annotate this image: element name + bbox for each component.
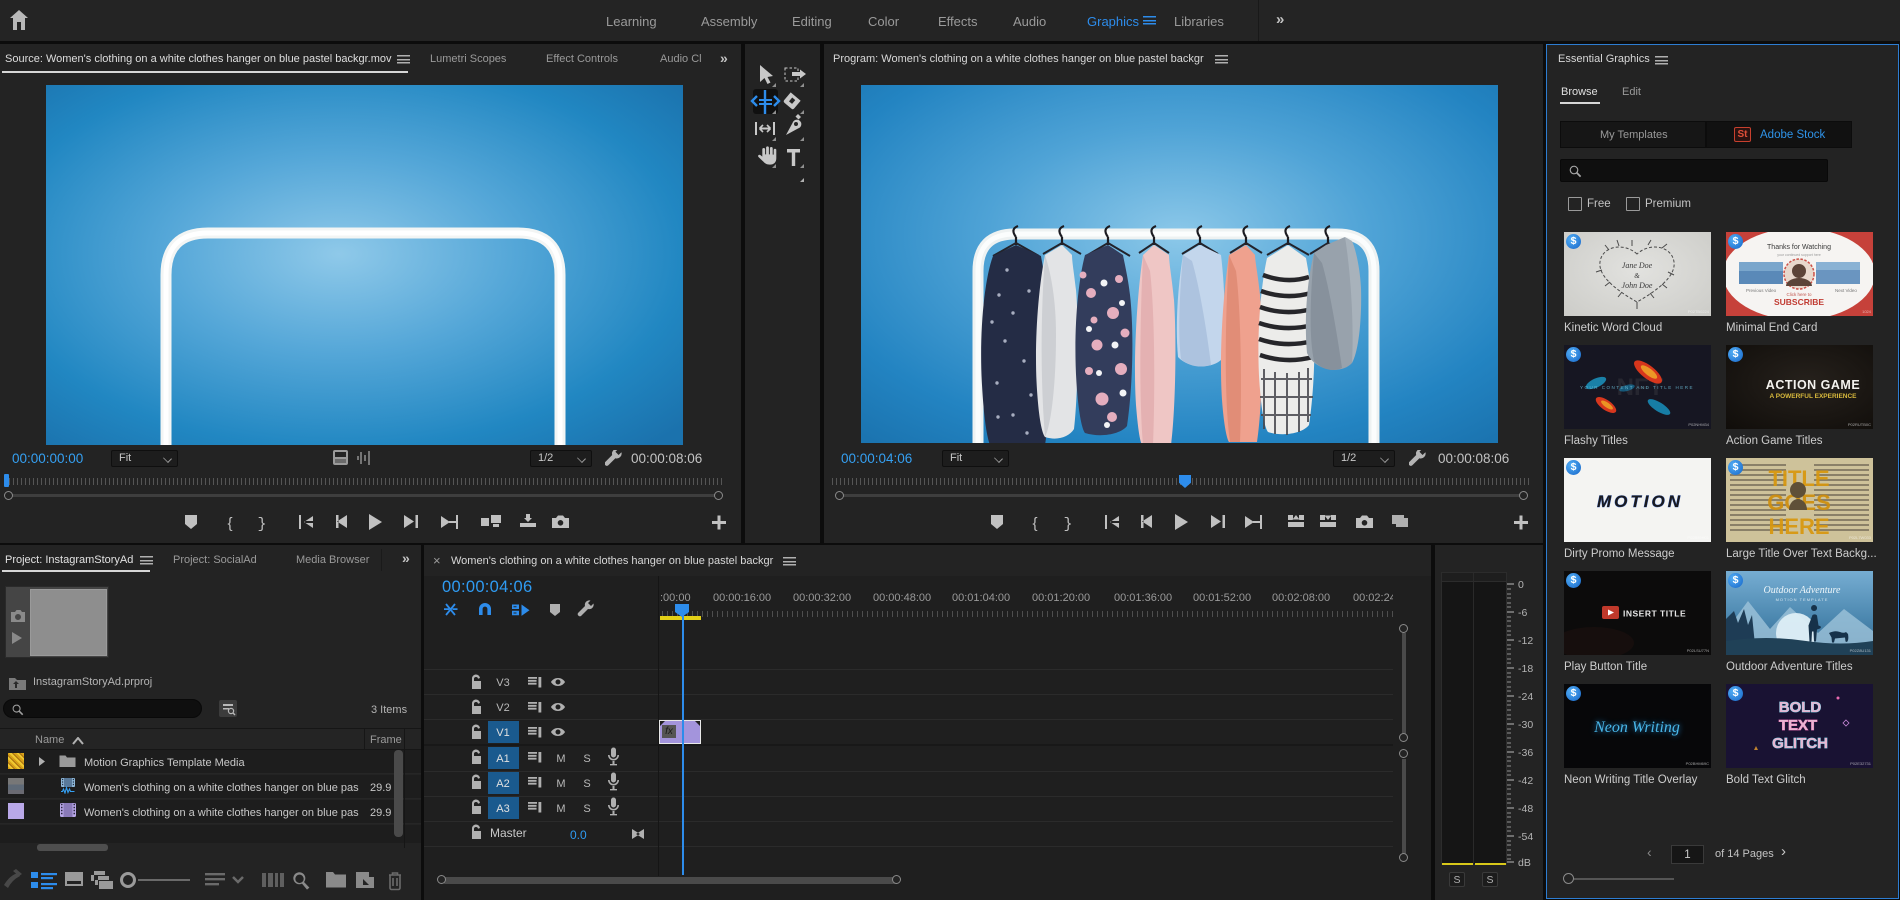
svg-text:John Doe: John Doe xyxy=(1622,281,1653,290)
svg-text:-12: -12 xyxy=(1518,635,1533,647)
svg-text:INSERT TITLE: INSERT TITLE xyxy=(1623,609,1686,619)
svg-text:-42: -42 xyxy=(1518,775,1533,787)
svg-text:S: S xyxy=(583,778,590,790)
svg-text:HERE: HERE xyxy=(1768,514,1829,539)
svg-text:{: { xyxy=(1032,515,1037,532)
svg-text:BOLD: BOLD xyxy=(1779,699,1822,716)
svg-text:M: M xyxy=(556,778,565,790)
svg-text:M: M xyxy=(556,753,565,765)
svg-text:dB: dB xyxy=(1518,857,1531,869)
svg-text:V1: V1 xyxy=(496,727,509,739)
svg-text:}: } xyxy=(257,516,266,533)
svg-text:Neon Writing: Neon Writing xyxy=(1593,719,1680,736)
svg-text:0.0: 0.0 xyxy=(570,828,587,842)
svg-text:A3: A3 xyxy=(496,803,509,815)
svg-text:ACTION GAME: ACTION GAME xyxy=(1766,378,1860,392)
svg-text:&: & xyxy=(1634,272,1640,280)
svg-text:-30: -30 xyxy=(1518,719,1533,731)
svg-text:S: S xyxy=(583,803,590,815)
svg-text:A2: A2 xyxy=(496,778,509,790)
svg-text:TEXT: TEXT xyxy=(1779,717,1817,734)
svg-text:A1: A1 xyxy=(496,753,509,765)
svg-text:{: { xyxy=(227,515,232,532)
svg-text:-36: -36 xyxy=(1518,747,1533,759)
svg-text:Thanks for Watching: Thanks for Watching xyxy=(1767,244,1831,251)
svg-text:S: S xyxy=(583,753,590,765)
svg-text:V3: V3 xyxy=(496,677,509,689)
svg-text:MOTION: MOTION xyxy=(1597,492,1683,511)
svg-text:Previous Video: Previous Video xyxy=(1746,288,1777,293)
svg-text:MOTION TEMPLATE: MOTION TEMPLATE xyxy=(1776,597,1829,602)
svg-text:Master: Master xyxy=(490,826,527,840)
svg-text:your continued support here: your continued support here xyxy=(1777,253,1821,257)
svg-text:M: M xyxy=(556,803,565,815)
svg-text:-48: -48 xyxy=(1518,803,1533,815)
svg-text:-18: -18 xyxy=(1518,663,1533,675)
svg-text:SUBSCRIBE: SUBSCRIBE xyxy=(1774,297,1824,307)
svg-text:Outdoor Adventure: Outdoor Adventure xyxy=(1764,585,1841,596)
svg-text:-6: -6 xyxy=(1518,607,1527,619)
svg-text:A POWERFUL EXPERIENCE: A POWERFUL EXPERIENCE xyxy=(1769,393,1857,400)
svg-text:-54: -54 xyxy=(1518,831,1533,843)
svg-text:-24: -24 xyxy=(1518,691,1533,703)
svg-text:0: 0 xyxy=(1518,579,1524,591)
svg-text:}: } xyxy=(1063,516,1072,533)
svg-text:Jane Doe: Jane Doe xyxy=(1622,261,1653,270)
svg-text:Next Video: Next Video xyxy=(1835,288,1857,293)
svg-text:YOUR CONTENT AND TITLE HERE: YOUR CONTENT AND TITLE HERE xyxy=(1580,385,1694,390)
svg-text:V2: V2 xyxy=(496,702,509,714)
svg-text:GLITCH: GLITCH xyxy=(1772,735,1828,752)
